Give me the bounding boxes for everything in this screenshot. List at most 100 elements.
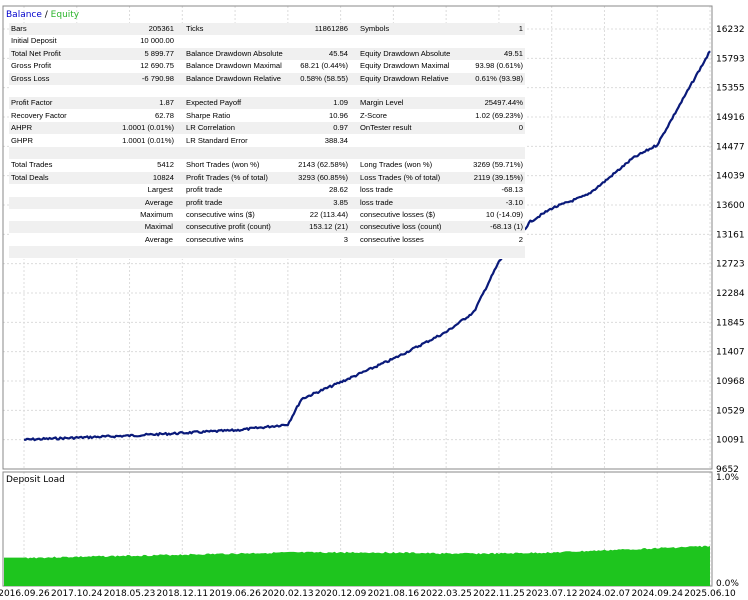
stats-cell-c0r: Maximal [144, 222, 173, 232]
x-tick-label: 2020.12.09 [315, 589, 367, 599]
stats-row [9, 246, 525, 259]
stats-row: Initial Deposit 10 000.00 [9, 35, 525, 47]
stats-cell-c0: Bars [11, 24, 27, 33]
y-tick-label: 10968 [716, 377, 745, 387]
deposit-load-series-area [4, 545, 710, 586]
x-tick-label: 2017.10.24 [51, 589, 103, 599]
stats-cell-c3: 388.34 [324, 135, 348, 145]
y-tick-label: 12723 [716, 260, 745, 270]
x-axis: 2016.09.26 2017.10.24 2018.05.23 2018.12.11… [0, 589, 736, 599]
stats-cell-c1: 205361 [148, 24, 174, 33]
stats-cell-c3: 11861286 [314, 24, 348, 33]
stats-cell-c3: 153.12 (21) [309, 222, 348, 232]
stats-panel: Bars 205361 Ticks 11861286 Symbols 1 Initial D… [9, 23, 525, 259]
stats-cell-c5: 0 [518, 123, 523, 133]
stats-cell-c0: Recovery Factor [11, 110, 67, 120]
stats-cell-c3: 1.09 [333, 98, 348, 108]
stats-cell-c0 [11, 147, 121, 159]
stats-row [9, 85, 525, 97]
stats-cell-c3: 28.62 [328, 185, 348, 195]
stats-row: Total Deals 10824 Profit Trades (% of tota… [9, 171, 525, 184]
stats-row: AHPR 1.0001 (0.01%) LR Correlation 0.97 OnTe… [9, 122, 525, 135]
y-tick-label: 11407 [716, 348, 745, 358]
x-tick-label: 2020.02.13 [262, 589, 314, 599]
load-y-tick-label: 0.0% [716, 579, 739, 589]
stats-cell-c3: 45.54 [328, 48, 348, 58]
stats-cell-c3: 10.96 [328, 110, 348, 120]
y-tick-label: 14039 [716, 172, 745, 182]
deposit-load-area [4, 545, 710, 586]
stats-row: Total Net Profit 5 899.77 Balance Drawdown… [9, 47, 525, 60]
legend-equity: Equity [51, 10, 80, 20]
stats-cell-c1: 1.0001 (0.01%) [122, 123, 174, 133]
deposit-load-label: Deposit Load [6, 475, 65, 485]
stats-cell-c3 [279, 85, 348, 97]
stats-cell-c5: 1.02 (69.23%) [475, 110, 523, 120]
stats-row: Gross Loss -6 790.98 Balance Drawdown Rela… [9, 72, 525, 85]
y-tick-label: 10091 [716, 436, 745, 446]
stats-cell-c1: 5 899.77 [144, 48, 174, 58]
stats-row: Total Trades 5412 Short Trades (won %) 2143… [9, 159, 525, 171]
stats-cell-c5 [437, 135, 523, 147]
x-tick-label: 2024.02.07 [579, 589, 631, 599]
x-tick-label: 2024.09.24 [631, 589, 683, 599]
stats-cell-c0: Initial Deposit [11, 36, 57, 46]
stats-cell-c0r: Average [144, 197, 173, 207]
stats-cell-c3: 2143 (62.58%) [298, 160, 348, 170]
stats-cell-c0: Total Trades [11, 160, 53, 170]
stats-cell-c5: 2 [518, 234, 523, 244]
stats-cell-c3 [279, 147, 348, 159]
stats-cell-c5: 93.98 (0.61%) [475, 61, 523, 71]
stats-row: profit trade 3.85 loss trade -3.10 Average [9, 196, 525, 209]
y-tick-label: 13161 [716, 230, 745, 240]
stats-cell-c0r: Average [144, 234, 173, 244]
stats-cell-c3: 22 (113.44) [309, 210, 348, 219]
stats-cell-c1 [121, 85, 174, 97]
stats-cell-c5: -68.13 [501, 185, 523, 195]
legend-separator: / [42, 10, 51, 20]
stats-cell-c3: 68.21 (0.44%) [300, 61, 348, 71]
stats-cell-c0: Total Net Profit [11, 48, 61, 58]
stats-cell-c5: 2119 (39.15%) [473, 172, 523, 182]
stats-cell-c3: 0.97 [333, 123, 348, 133]
stats-cell-c5 [437, 246, 523, 258]
stats-row: profit trade 28.62 loss trade -68.13 Largest [9, 184, 525, 196]
load-y-tick-label: 1.0% [716, 473, 739, 483]
x-tick-label: 2018.12.11 [157, 589, 209, 599]
x-tick-label: 2022.11.25 [473, 589, 525, 599]
y-tick-label: 12284 [716, 289, 745, 299]
x-tick-label: 2016.09.26 [0, 589, 50, 599]
y-tick-label: 16232 [716, 25, 745, 35]
y-tick-label: 15355 [716, 84, 745, 94]
legend-balance: Balance [6, 10, 42, 20]
y-axis-load: 1.0% 0.0% [716, 473, 739, 589]
stats-cell-c0: Profit Factor [11, 98, 53, 108]
legend: Balance / Equity [6, 10, 80, 20]
stats-cell-c0 [11, 85, 121, 97]
stats-cell-c1: 10 000.00 [140, 36, 174, 46]
stats-cell-c1: 5412 [157, 160, 174, 170]
stats-row: Recovery Factor 62.78 Sharpe Ratio 10.96 Z-S… [9, 110, 525, 122]
stats-cell-c3: 3293 (60.85%) [298, 172, 348, 182]
stats-row [9, 147, 525, 159]
stats-cell-c1: 1.87 [159, 98, 174, 108]
stats-cell-c5: 3269 (59.71%) [473, 160, 523, 170]
stats-cell-c5: -68.13 (1) [490, 222, 523, 232]
y-tick-label: 14916 [716, 113, 745, 123]
y-axis-main: 16232 15793 15355 14916 14477 14039 13600 13161… [716, 25, 745, 475]
stats-cell-c3 [279, 246, 348, 258]
stats-cell-c5: 0.61% (93.98) [475, 73, 523, 83]
stats-cell-c1: 10824 [152, 172, 174, 182]
x-tick-label: 2018.05.23 [104, 589, 156, 599]
stats-row: Gross Profit 12 690.75 Balance Drawdown Ma… [9, 60, 525, 72]
stats-cell-c0: Total Deals [11, 172, 49, 182]
stats-row: Profit Factor 1.87 Expected Payoff 1.09 Marg… [9, 97, 525, 110]
stats-cell-c1: 12 690.75 [140, 61, 174, 71]
stats-cell-c5: 1 [518, 24, 523, 33]
y-tick-label: 10529 [716, 406, 745, 416]
stats-row: Bars 205361 Ticks 11861286 Symbols 1 [9, 23, 525, 35]
x-tick-label: 2019.06.26 [209, 589, 261, 599]
stats-cell-c5: 49.51 [503, 48, 523, 58]
stats-cell-c5 [437, 85, 523, 97]
stats-cell-c5 [437, 147, 523, 159]
